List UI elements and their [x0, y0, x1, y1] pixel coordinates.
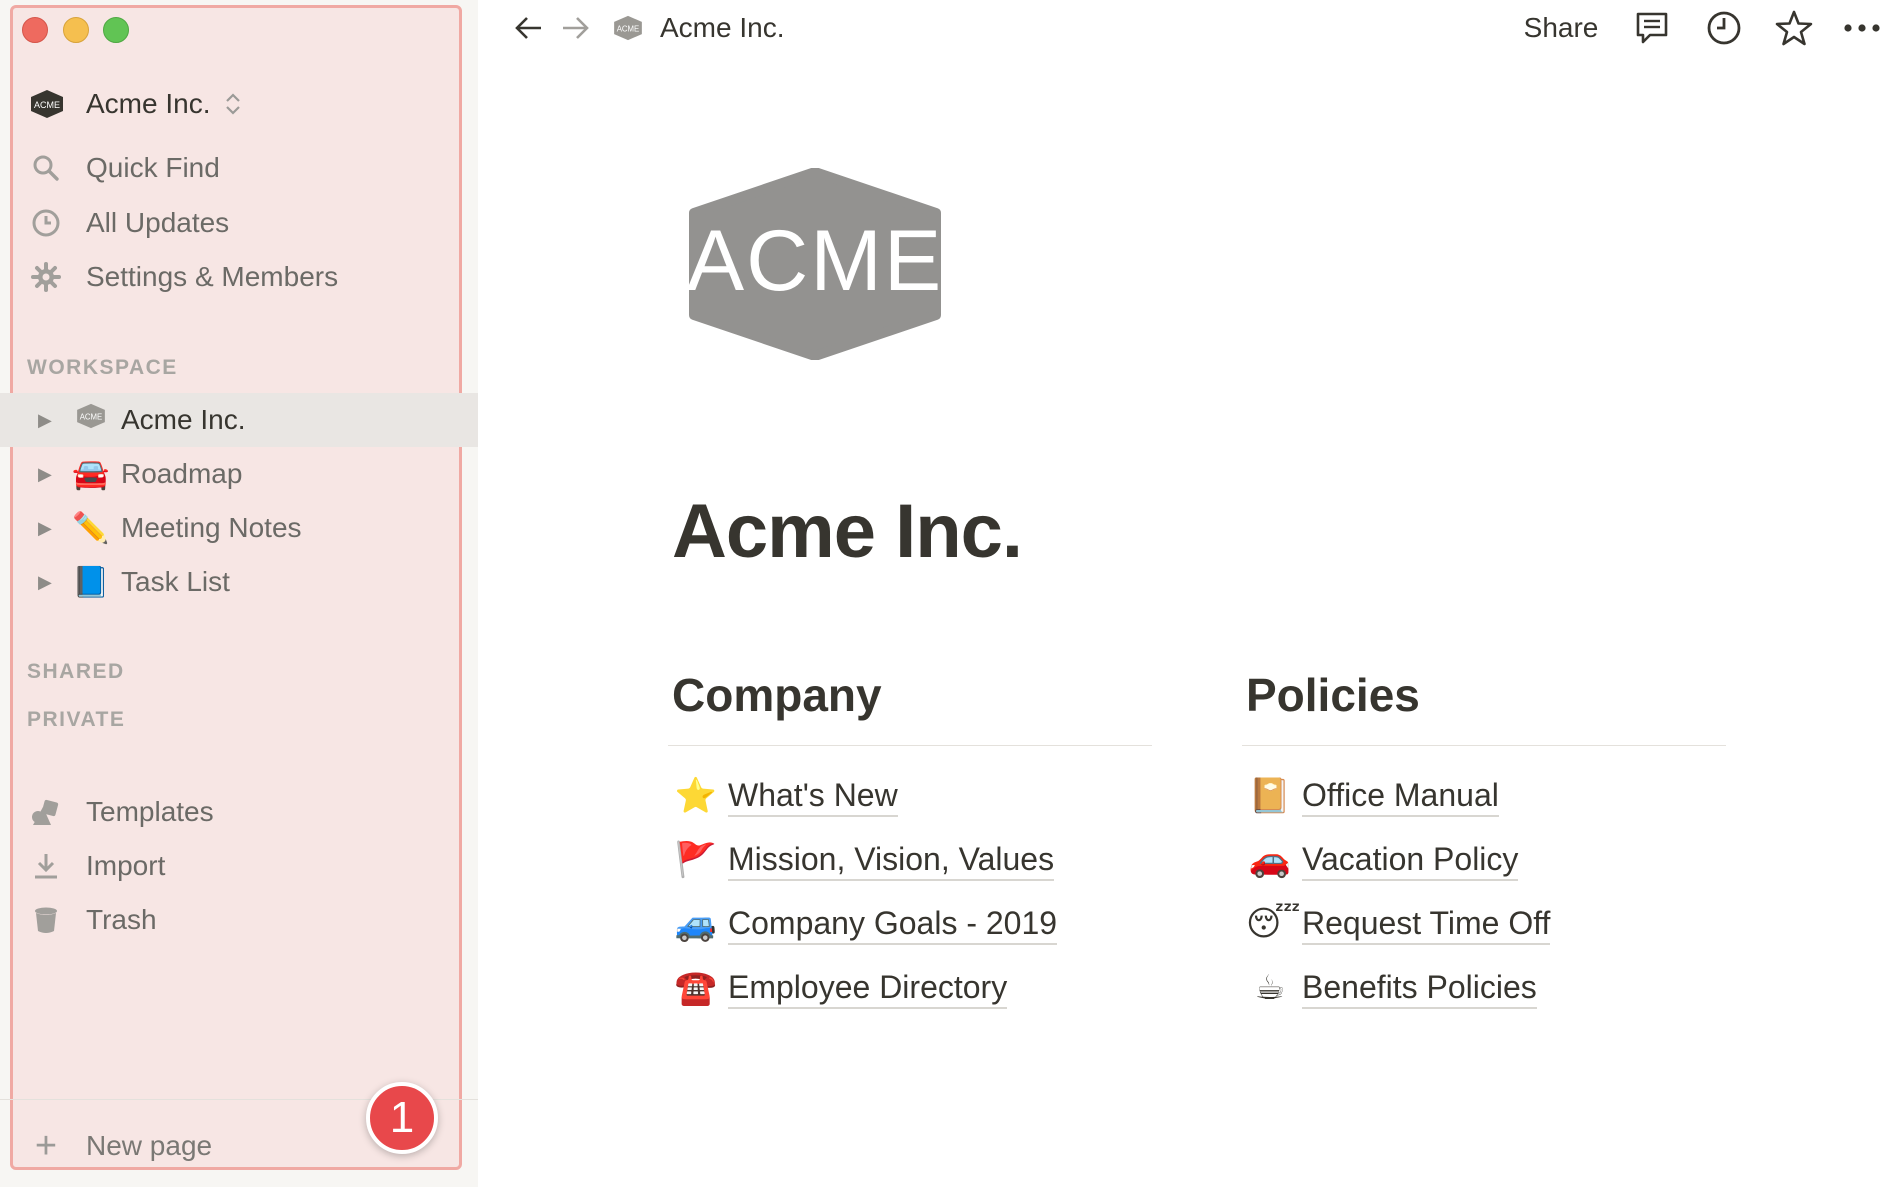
breadcrumb[interactable]: ACME Acme Inc.	[610, 8, 784, 48]
telephone-emoji-icon: ☎️	[674, 969, 718, 1007]
column-policies: Policies 📔 Office Manual 🚗 Vacation Poli…	[1242, 665, 1726, 1020]
step-badge: 1	[366, 1082, 438, 1154]
topbar: ACME Acme Inc. Share	[478, 0, 1900, 56]
favorite-star-icon[interactable]	[1772, 8, 1816, 48]
new-page-button[interactable]: + New page	[28, 1124, 212, 1168]
acme-logo-icon: ACME	[614, 15, 642, 41]
sidebar-item-all-updates[interactable]: All Updates	[28, 201, 229, 245]
share-button[interactable]: Share	[1506, 8, 1616, 48]
acme-page-logo: ACME	[688, 168, 942, 360]
page-title: Acme Inc.	[672, 489, 1023, 574]
expand-arrow-icon[interactable]: ▶	[38, 572, 52, 593]
page-link-employee-directory[interactable]: ☎️ Employee Directory	[668, 956, 1152, 1020]
section-heading: Company	[672, 669, 882, 721]
sidebar-item-label: Import	[86, 850, 166, 881]
breadcrumb-label: Acme Inc.	[660, 12, 785, 43]
sidebar-item-quick-find[interactable]: Quick Find	[28, 146, 220, 190]
acme-logo-icon: ACME	[31, 90, 63, 118]
forward-arrow-icon[interactable]	[556, 8, 596, 48]
gear-icon	[28, 259, 64, 295]
more-icon[interactable]	[1840, 8, 1884, 48]
search-icon	[28, 150, 64, 186]
window-minimize-button[interactable]	[63, 17, 89, 43]
sidebar-page-acme[interactable]: ▶ ACME Acme Inc.	[0, 393, 478, 447]
page-link-benefits-policies[interactable]: ☕ Benefits Policies	[1242, 956, 1726, 1020]
sidebar-item-label: Settings & Members	[86, 261, 339, 292]
chevron-up-down-icon	[224, 92, 242, 116]
import-icon	[28, 848, 64, 884]
sidebar-page-label: Task List	[121, 566, 230, 597]
coffee-emoji-icon: ☕	[1254, 969, 1286, 1007]
sidebar-item-label: Trash	[86, 904, 157, 935]
workspace-name: Acme Inc.	[86, 88, 211, 119]
sidebar-item-trash[interactable]: Trash	[28, 898, 157, 942]
page-link-label[interactable]: Company Goals - 2019	[728, 903, 1058, 945]
page-link-vacation-policy[interactable]: 🚗 Vacation Policy	[1242, 828, 1726, 892]
svg-text:ACME: ACME	[617, 24, 640, 33]
car-emoji-icon: 🚗	[1248, 841, 1292, 879]
section-divider	[668, 745, 1152, 746]
section-label-workspace: WORKSPACE	[27, 356, 178, 379]
sidebar-item-label: Templates	[86, 796, 214, 827]
expand-arrow-icon[interactable]: ▶	[38, 410, 52, 431]
page-link-company-goals[interactable]: 🚙 Company Goals - 2019	[668, 892, 1152, 956]
sidebar-page-label: Meeting Notes	[121, 512, 302, 543]
comment-icon[interactable]	[1630, 8, 1674, 48]
history-icon[interactable]	[1702, 8, 1746, 48]
window-zoom-button[interactable]	[103, 17, 129, 43]
clock-icon	[28, 205, 64, 241]
column-company: Company ⭐ What's New 🚩 Mission, Vision, …	[668, 665, 1152, 1020]
back-arrow-icon[interactable]	[508, 8, 548, 48]
section-label-shared: SHARED	[27, 660, 125, 683]
page-link-label[interactable]: Employee Directory	[728, 967, 1008, 1009]
page-link-whats-new[interactable]: ⭐ What's New	[668, 764, 1152, 828]
page-link-label[interactable]: Vacation Policy	[1302, 839, 1519, 881]
car-emoji-icon: 🚙	[674, 905, 718, 943]
sidebar-item-settings[interactable]: Settings & Members	[28, 255, 338, 299]
sleeping-face-emoji-icon: 😴	[1246, 905, 1301, 943]
plus-icon: +	[34, 1124, 58, 1167]
acme-logo-icon: ACME	[72, 403, 110, 437]
page-link-label[interactable]: Request Time Off	[1302, 903, 1551, 945]
page-link-label[interactable]: What's New	[728, 775, 898, 817]
car-emoji-icon: 🚘	[72, 457, 110, 491]
svg-text:ACME: ACME	[34, 100, 60, 110]
sidebar-item-label: All Updates	[86, 207, 230, 238]
sidebar-page-task-list[interactable]: ▶ 📘 Task List	[0, 555, 478, 609]
book-emoji-icon: 📘	[72, 565, 110, 599]
svg-text:ACME: ACME	[80, 412, 103, 421]
pencil-emoji-icon: ✏️	[72, 511, 110, 545]
page-link-office-manual[interactable]: 📔 Office Manual	[1242, 764, 1726, 828]
acme-page-logo-text: ACME	[688, 213, 942, 309]
flag-emoji-icon: 🚩	[674, 841, 718, 879]
sidebar-page-roadmap[interactable]: ▶ 🚘 Roadmap	[0, 447, 478, 501]
notebook-emoji-icon: 📔	[1248, 777, 1292, 815]
sidebar-page-meeting-notes[interactable]: ▶ ✏️ Meeting Notes	[0, 501, 478, 555]
star-emoji-icon: ⭐	[674, 777, 718, 815]
trash-icon	[28, 902, 64, 938]
sidebar-item-import[interactable]: Import	[28, 844, 165, 888]
expand-arrow-icon[interactable]: ▶	[38, 518, 52, 539]
section-heading: Policies	[1246, 669, 1420, 721]
window-close-button[interactable]	[22, 17, 48, 43]
sidebar: ACME Acme Inc. Quick Find All Updates Se…	[0, 0, 478, 1187]
expand-arrow-icon[interactable]: ▶	[38, 464, 52, 485]
new-page-label: New page	[86, 1130, 213, 1161]
sidebar-item-label: Quick Find	[86, 152, 220, 183]
sidebar-page-label: Acme Inc.	[121, 404, 246, 435]
sidebar-page-label: Roadmap	[121, 458, 243, 489]
section-label-private: PRIVATE	[27, 708, 126, 731]
workspace-switcher[interactable]: ACME Acme Inc.	[28, 84, 242, 124]
sidebar-item-templates[interactable]: Templates	[28, 790, 214, 834]
page-link-request-time-off[interactable]: 😴 Request Time Off	[1242, 892, 1726, 956]
page-link-label[interactable]: Mission, Vision, Values	[728, 839, 1055, 881]
templates-icon	[28, 794, 64, 830]
page-link-label[interactable]: Office Manual	[1302, 775, 1499, 817]
section-divider	[1242, 745, 1726, 746]
page-link-label[interactable]: Benefits Policies	[1302, 967, 1537, 1009]
page-link-mission[interactable]: 🚩 Mission, Vision, Values	[668, 828, 1152, 892]
